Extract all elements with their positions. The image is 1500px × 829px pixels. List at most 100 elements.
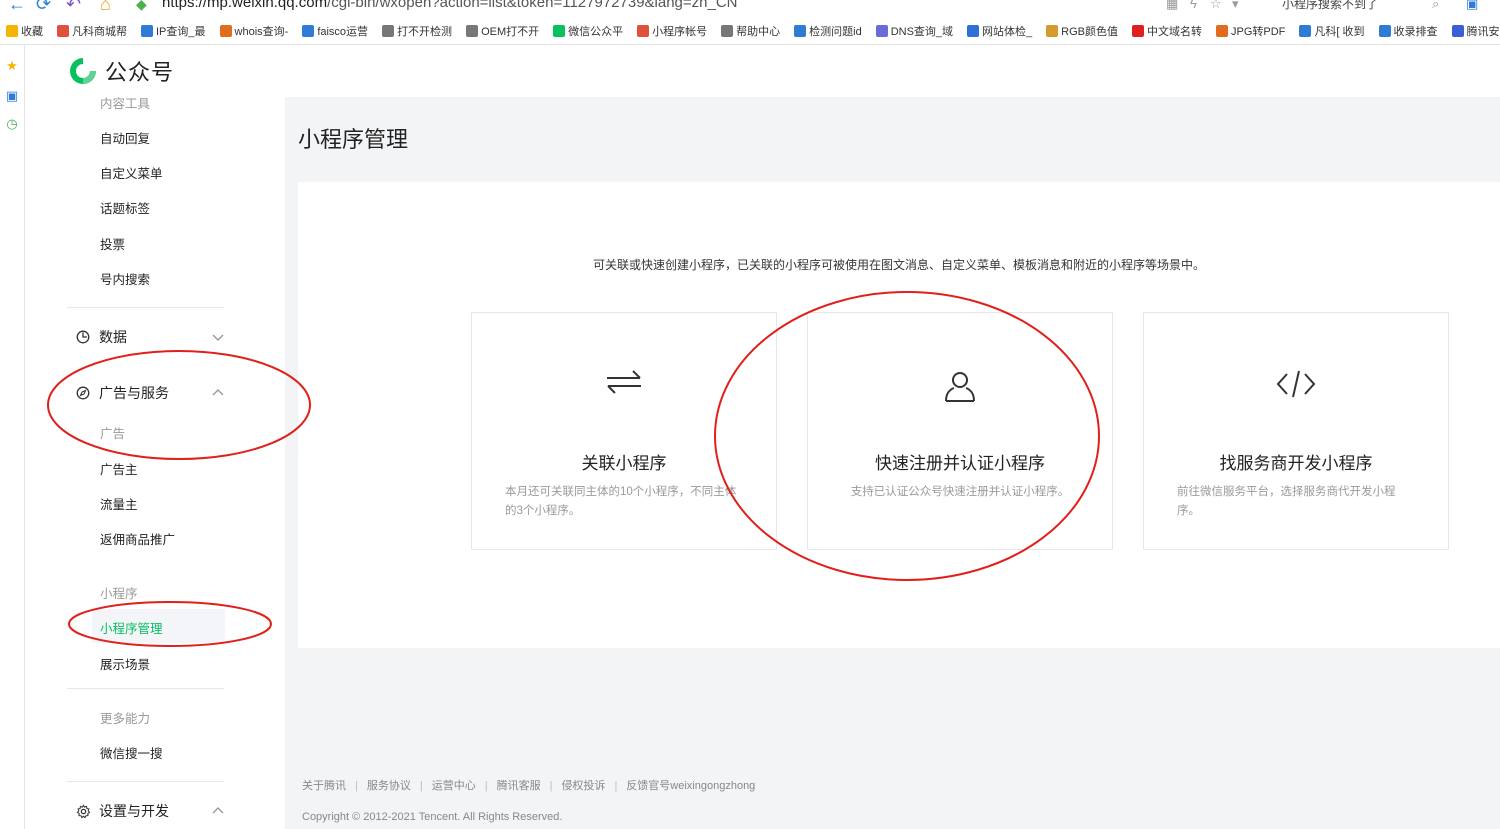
footer-separator: | [614,780,618,792]
sidebar-section-settings-label: 设置与开发 [99,803,169,819]
sidebar-section-settings-dev[interactable]: 设置与开发 [75,801,225,821]
bookmark-item[interactable]: faisco运营 [302,23,368,39]
sidebar-divider [67,688,224,689]
url-field[interactable]: https://mp.weixin.qq.com/cgi-bin/wxopen?… [162,0,738,11]
tab-title[interactable]: 小程序搜索不到了 [1282,0,1378,12]
bookmark-item[interactable]: 微信公众平 [553,23,623,39]
bookmark-label: 打不开检测 [397,26,453,38]
bookmark-item[interactable]: 腾讯安 [1451,23,1500,39]
refresh-icon[interactable]: ⟳ [36,0,51,15]
browser-side-strip: ★ ▣ ◷ [0,45,25,829]
browser-address-bar: ← ⟳ ↶ ⌂ ◆ https://mp.weixin.qq.com/cgi-b… [0,0,1500,18]
favorites-star-icon[interactable]: ★ [5,59,19,73]
card-description: 本月还可关联同主体的10个小程序，不同主体的3个小程序。 [505,486,737,517]
bookmark-item[interactable]: 收藏 [6,23,43,39]
pdf-icon [1216,25,1228,37]
footer-link[interactable]: 服务协议 [367,780,411,792]
sidebar-group-ads: 广告 [100,427,126,441]
x-icon [1132,25,1144,37]
card-find-service-provider[interactable]: 找服务商开发小程序 前往微信服务平台，选择服务商代开发小程序。 [1143,312,1449,550]
chevron-up-icon[interactable] [211,386,225,400]
sidebar-item-advertiser[interactable]: 广告主 [100,459,138,478]
bookmark-label: DNS查询_域 [890,26,954,38]
bookmark-label: 收藏 [21,26,43,38]
bookmark-label: 中文域名转 [1147,26,1202,38]
chevron-down-icon[interactable] [211,330,225,344]
undo-icon[interactable]: ↶ [66,0,81,15]
bookmark-label: 收录排查 [1393,26,1438,38]
sidebar-item-publisher[interactable]: 流量主 [100,494,138,513]
sidebar-item-commission-promo[interactable]: 返佣商品推广 [100,529,175,548]
compass-icon [75,385,91,401]
bookmark-item[interactable]: OEM打不开 [466,23,539,39]
footer-link[interactable]: 侵权投诉 [561,780,605,792]
mini-program-panel: 可关联或快速创建小程序，已关联的小程序可被使用在图文消息、自定义菜单、模板消息和… [298,182,1500,648]
logo[interactable]: 公众号 [67,55,174,87]
page-header: 公众号 [25,45,1500,97]
dns-icon [875,25,888,37]
sidebar-item-mini-program-management[interactable]: 小程序管理 [100,618,163,637]
bookmark-item[interactable]: 小程序帐号 [637,23,707,39]
lightning-icon[interactable]: ϟ [1190,0,1197,11]
bookmark-item[interactable]: JPG转PDF [1216,23,1285,39]
bookmark-item[interactable]: 打不开检测 [382,23,452,39]
reading-list-icon[interactable]: ▣ [5,89,19,103]
card-title: 找服务商开发小程序 [1219,454,1373,473]
footer-link[interactable]: 运营中心 [432,780,476,792]
bookmark-label: IP查询_最 [156,26,206,38]
doc-icon [721,25,734,37]
card-link-mini-program[interactable]: 关联小程序 本月还可关联同主体的10个小程序，不同主体的3个小程序。 [471,312,777,550]
card-quick-register[interactable]: 快速注册并认证小程序 支持已认证公众号快速注册并认证小程序。 [807,312,1113,550]
tencent-icon [1451,25,1464,37]
sidebar-section-ads-services[interactable]: 广告与服务 [75,383,225,403]
bookmark-item[interactable]: 中文域名转 [1132,23,1202,39]
footer-link[interactable]: 反馈官号weixingongzhong [626,780,755,792]
wechat-icon [553,25,566,37]
chevron-up-icon[interactable] [211,804,225,818]
sidebar-item-topic-tags[interactable]: 话题标签 [100,198,150,217]
sidebar-item-in-account-search[interactable]: 号内搜索 [100,269,150,288]
copyright: Copyright © 2012-2021 Tencent. All Right… [302,811,563,823]
back-arrow-icon[interactable]: ← [8,0,26,15]
bookmark-label: 网站体检_ [982,26,1033,38]
sidebar: 内容工具 自动回复 自定义菜单 话题标签 投票 号内搜索 数据 广告与服务 广告… [25,97,285,829]
bookmark-label: 小程序帐号 [652,26,708,38]
bookmark-item[interactable]: 检测问题id [794,23,862,39]
footer-link[interactable]: 腾讯客服 [497,780,541,792]
home-icon[interactable]: ⌂ [100,0,111,15]
sidebar-group-mini-program: 小程序 [100,587,138,601]
history-clock-icon[interactable]: ◷ [5,117,19,131]
bookmark-label: faisco运营 [317,26,369,38]
footer-link[interactable]: 关于腾讯 [302,780,346,792]
paw-icon [967,25,980,37]
sidebar-item-auto-reply[interactable]: 自动回复 [100,128,150,147]
bookmark-item[interactable]: DNS查询_域 [875,23,954,39]
bookmark-item[interactable]: 帮助中心 [721,23,780,39]
search-icon[interactable]: ⌕ [1432,0,1439,12]
sidebar-item-wechat-search[interactable]: 微信搜一搜 [100,743,163,762]
extension-icon[interactable]: ▣ [1466,0,1478,12]
sidebar-item-display-scenes[interactable]: 展示场景 [100,654,150,673]
star-outline-icon[interactable]: ☆ [1210,0,1222,12]
bookmark-item[interactable]: whois查询- [219,23,288,39]
bookmark-label: 微信公众平 [568,26,624,38]
sidebar-item-vote[interactable]: 投票 [100,234,125,253]
link-arrows-icon [472,368,776,408]
doc-icon [466,25,479,37]
ip-icon [141,25,153,37]
card-description: 前往微信服务平台，选择服务商代开发小程序。 [1177,486,1396,517]
code-icon [1144,368,1448,408]
bookmark-item[interactable]: 收录排查 [1378,23,1438,39]
bookmark-item[interactable]: 网站体检_ [967,23,1032,39]
bookmark-item[interactable]: 凡科[ 收到 [1299,23,1365,39]
footer-links: 关于腾讯 | 服务协议 | 运营中心 | 腾讯客服 | 侵权投诉 | 反馈官号weixingongz… [302,777,755,793]
bookmark-label: RGB颜色值 [1061,26,1118,38]
bookmark-item[interactable]: RGB颜色值 [1046,23,1118,39]
qr-icon[interactable]: ▦ [1166,0,1178,12]
chevron-down-icon[interactable]: ▾ [1232,0,1239,12]
bookmark-item[interactable]: IP查询_最 [141,23,206,39]
sidebar-item-custom-menu[interactable]: 自定义菜单 [100,163,163,182]
bookmark-item[interactable]: 凡科商城帮 [57,23,127,39]
sidebar-section-data[interactable]: 数据 [75,327,225,347]
gear-icon [75,803,91,819]
